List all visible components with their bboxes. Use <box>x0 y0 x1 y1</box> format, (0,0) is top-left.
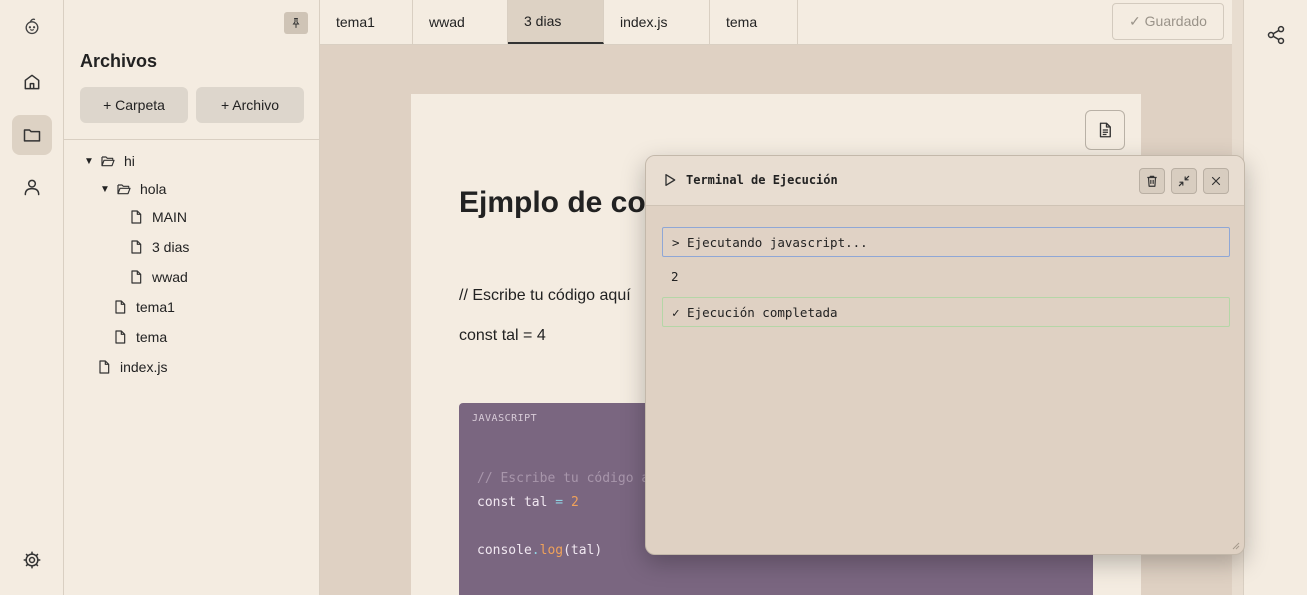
code-operator: = <box>555 495 564 510</box>
tree-folder-hi[interactable]: ▼ hi <box>84 151 135 171</box>
folder-open-icon <box>101 156 115 167</box>
minimize-icon <box>1178 175 1190 187</box>
folder-icon[interactable] <box>12 115 52 155</box>
user-icon[interactable] <box>12 167 52 207</box>
code-keyword: const <box>477 495 517 510</box>
execution-terminal[interactable]: Terminal de Ejecución > Ejecutando javas… <box>645 155 1245 555</box>
tree-file-tema[interactable]: tema <box>112 327 167 347</box>
code-dot: . <box>531 543 540 558</box>
code-call: console.log(tal) <box>477 543 602 558</box>
close-icon <box>1211 176 1221 186</box>
minimize-terminal-button[interactable] <box>1171 168 1197 194</box>
tab-wwad[interactable]: wwad <box>413 0 508 44</box>
tree-item-label: wwad <box>152 269 188 285</box>
tree-file-tema1[interactable]: tema1 <box>112 297 175 317</box>
file-icon <box>131 210 142 224</box>
caret-down-icon: ▼ <box>100 183 110 195</box>
icon-rail <box>0 0 64 595</box>
tab-tema1[interactable]: tema1 <box>320 0 413 44</box>
tree-item-label: 3 dias <box>152 239 190 255</box>
tree-item-label: index.js <box>120 359 168 375</box>
new-file-button[interactable]: + Archivo <box>196 87 304 123</box>
code-declaration: const tal = 2 <box>477 495 579 510</box>
code-comment: // Escribe tu código aquí <box>477 471 645 486</box>
mascot-logo-icon[interactable] <box>12 6 52 46</box>
explorer-divider <box>64 139 320 140</box>
terminal-title: Terminal de Ejecución <box>686 173 838 187</box>
tree-file-wwad[interactable]: wwad <box>128 267 188 287</box>
terminal-line-info: > Ejecutando javascript... <box>662 227 1230 257</box>
document-icon[interactable] <box>1085 110 1125 150</box>
code-function: log <box>539 543 564 558</box>
new-folder-button[interactable]: + Carpeta <box>80 87 188 123</box>
tree-file-index-js[interactable]: index.js <box>96 357 167 377</box>
terminal-line-success: ✓ Ejecución completada <box>662 297 1230 327</box>
explorer-title: Archivos <box>80 51 158 71</box>
clear-terminal-button[interactable] <box>1139 168 1165 194</box>
file-explorer: Archivos + Carpeta + Archivo ▼ hi ▼ hola… <box>64 0 320 595</box>
tab-bar: tema1 wwad 3 dias index.js tema ✓ Guarda… <box>320 0 1232 45</box>
terminal-header[interactable]: Terminal de Ejecución <box>646 156 1244 206</box>
share-icon[interactable] <box>1266 25 1286 45</box>
caret-down-icon: ▼ <box>84 155 94 167</box>
code-language-label: JAVASCRIPT <box>472 413 538 424</box>
file-icon <box>115 300 126 314</box>
trash-icon <box>1147 175 1157 187</box>
file-icon <box>99 360 110 374</box>
code-identifier: tal <box>523 495 548 510</box>
terminal-line-output: 2 <box>671 268 679 284</box>
tree-item-label: MAIN <box>152 209 187 225</box>
document-line[interactable]: // Escribe tu código aquí <box>459 287 645 305</box>
home-icon[interactable] <box>12 62 52 102</box>
code-number: 2 <box>570 495 579 510</box>
folder-open-icon <box>117 184 131 195</box>
tab-index-js[interactable]: index.js <box>604 0 710 44</box>
tree-file-main[interactable]: MAIN <box>128 207 187 227</box>
close-terminal-button[interactable] <box>1203 168 1229 194</box>
tab-tema[interactable]: tema <box>710 0 798 44</box>
code-arguments: (tal) <box>563 543 603 558</box>
document-heading[interactable]: Ejmplo de codigo <box>459 186 645 220</box>
tree-item-label: hi <box>124 153 135 169</box>
tree-item-label: tema1 <box>136 299 175 315</box>
play-icon <box>665 174 676 186</box>
saved-button[interactable]: ✓ Guardado <box>1112 3 1224 40</box>
document-line[interactable]: const tal = 4 <box>459 327 546 345</box>
file-icon <box>115 330 126 344</box>
pin-icon[interactable] <box>284 12 308 34</box>
tree-item-label: tema <box>136 329 168 345</box>
file-icon <box>131 240 142 254</box>
tree-file-3-dias[interactable]: 3 dias <box>128 237 189 257</box>
file-icon <box>131 270 142 284</box>
tab-3-dias[interactable]: 3 dias <box>508 0 604 44</box>
code-object: console <box>477 543 532 558</box>
tree-folder-hola[interactable]: ▼ hola <box>100 179 166 199</box>
right-rail <box>1243 0 1307 595</box>
settings-icon[interactable] <box>12 540 52 580</box>
tree-item-label: hola <box>140 181 167 197</box>
resize-grip-icon[interactable] <box>1230 540 1240 550</box>
